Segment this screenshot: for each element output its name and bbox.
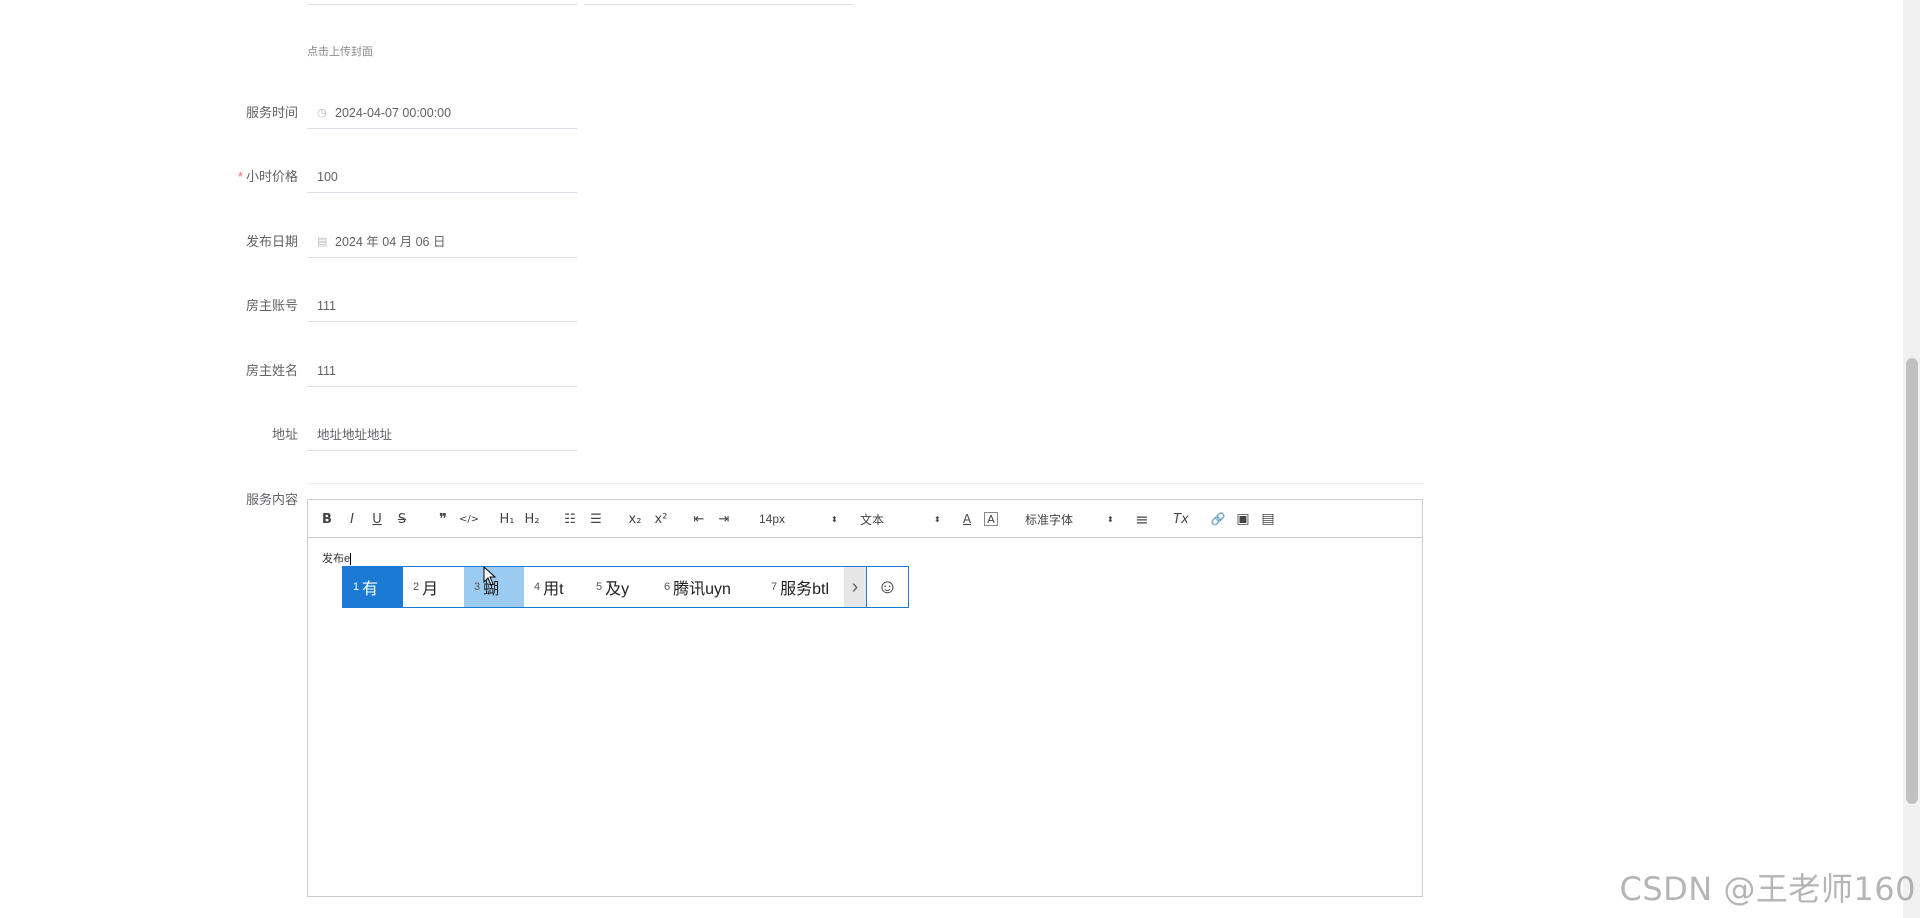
text-caret	[350, 553, 352, 566]
bold-button[interactable]: B	[320, 509, 334, 529]
owner-name-value: 111	[317, 363, 337, 378]
indent-icon: ⇥	[718, 511, 730, 527]
link-button[interactable]: 🔗	[1210, 509, 1226, 529]
ime-candidate-1[interactable]: 1有	[343, 567, 403, 607]
clear-format-icon: Tx	[1173, 511, 1189, 527]
ime-candidate-5[interactable]: 5 及y	[586, 567, 654, 607]
ime-candidate-7[interactable]: 7 服务btl	[761, 567, 844, 607]
publish-date-value: 2024 年 04 月 06 日	[335, 234, 446, 249]
code-block-button[interactable]: </>	[458, 509, 480, 529]
ordered-list-button[interactable]: ☷	[562, 509, 578, 529]
owner-name-input[interactable]: 111	[307, 355, 577, 387]
service-content-label: 服务内容	[245, 492, 298, 507]
font-family-select[interactable]: 标准字体 ⬍	[1025, 509, 1115, 529]
ime-emoji-button[interactable]: ☺	[866, 567, 908, 607]
italic-button[interactable]: I	[345, 509, 359, 529]
bullet-list-button[interactable]: ☰	[588, 509, 604, 529]
scrollbar-thumb[interactable]	[1906, 358, 1918, 804]
owner-account-value: 111	[317, 298, 337, 313]
select-arrows-icon: ⬍	[1107, 514, 1114, 524]
service-time-label: 服务时间	[245, 105, 298, 120]
prev-field-underline-2	[584, 4, 854, 5]
upload-cover-hint[interactable]: 点击上传封面	[307, 43, 373, 59]
image-icon: ▣	[1236, 511, 1250, 527]
address-input[interactable]: 地址地址地址	[307, 419, 577, 451]
ime-candidate-window: 1有 2月 3蝴 4 用t 5 及y 6 腾讯uyn 7 服务btl › ☺	[342, 566, 909, 608]
watermark: CSDN @王老师160	[1619, 870, 1916, 908]
owner-name-label: 房主姓名	[245, 363, 298, 378]
image-button[interactable]: ▣	[1235, 509, 1251, 529]
prev-field-underline	[307, 4, 577, 5]
header-value: 文本	[860, 512, 885, 527]
clean-format-button[interactable]: Tx	[1172, 509, 1190, 529]
quote-icon: ❞	[438, 510, 448, 528]
hourly-price-input[interactable]: 100	[307, 161, 577, 193]
editor-text: 发布e	[322, 553, 351, 565]
background-color-icon: A	[987, 512, 995, 526]
service-time-value: 2024-04-07 00:00:00	[335, 105, 452, 120]
ime-candidate-4[interactable]: 4 用t	[524, 567, 586, 607]
background-color-button[interactable]: A	[984, 512, 998, 526]
clock-icon: ◷	[317, 106, 327, 119]
align-button[interactable]: ≡	[1134, 509, 1150, 529]
header-select[interactable]: 文本 ⬍	[860, 509, 942, 529]
video-button[interactable]: ▤	[1260, 509, 1276, 529]
bullet-list-icon: ☰	[590, 511, 602, 527]
text-color-button[interactable]: A	[960, 509, 974, 529]
editor-toolbar: B I U S ❞ </> H₁ H₂ ☷ ☰ x₂ x² ⇤ ⇥ 14px ⬍…	[308, 500, 1422, 538]
code-icon: </>	[458, 513, 480, 525]
address-value: 地址地址地址	[317, 427, 393, 442]
chevron-right-icon: ›	[851, 575, 859, 598]
ime-candidate-2[interactable]: 2月	[403, 567, 464, 607]
indent-button[interactable]: ⇥	[716, 509, 732, 529]
ime-candidate-6[interactable]: 6 腾讯uyn	[654, 567, 761, 607]
ordered-list-icon: ☷	[564, 511, 576, 527]
required-mark: *	[237, 169, 243, 184]
hourly-price-label-text: 小时价格	[245, 169, 298, 184]
page: 点击上传封面 服务时间 ◷ 2024-04-07 00:00:00 * 小时价格 …	[0, 0, 1920, 918]
publish-date-label: 发布日期	[245, 234, 298, 249]
underline-button[interactable]: U	[370, 509, 384, 529]
outdent-icon: ⇤	[693, 511, 705, 527]
superscript-button[interactable]: x²	[652, 509, 670, 529]
align-left-icon: ≡	[1135, 509, 1149, 529]
select-arrows-icon: ⬍	[934, 514, 941, 524]
page-scrollbar[interactable]	[1903, 0, 1920, 918]
outdent-button[interactable]: ⇤	[691, 509, 707, 529]
font-size-select[interactable]: 14px ⬍	[759, 509, 839, 529]
mouse-cursor-icon	[483, 566, 497, 586]
font-family-value: 标准字体	[1025, 512, 1074, 527]
select-arrows-icon: ⬍	[831, 514, 838, 524]
editor-content[interactable]: 发布e	[322, 550, 352, 566]
strike-button[interactable]: S	[395, 509, 409, 529]
calendar-icon: ▤	[317, 235, 328, 248]
smiley-icon: ☺	[877, 575, 898, 598]
owner-account-input[interactable]: 111	[307, 290, 577, 322]
blockquote-button[interactable]: ❞	[435, 509, 451, 529]
editor-top-divider	[307, 483, 1423, 484]
h2-button[interactable]: H₂	[523, 509, 541, 529]
hourly-price-label: * 小时价格	[0, 167, 298, 187]
text-color-icon: A	[962, 512, 972, 526]
publish-date-input[interactable]: ▤ 2024 年 04 月 06 日	[307, 226, 577, 258]
subscript-button[interactable]: x₂	[626, 509, 644, 529]
rich-text-editor: B I U S ❞ </> H₁ H₂ ☷ ☰ x₂ x² ⇤ ⇥ 14px ⬍…	[307, 499, 1423, 897]
hourly-price-value: 100	[317, 169, 338, 184]
link-icon: 🔗	[1210, 512, 1226, 526]
font-size-value: 14px	[759, 512, 786, 526]
video-icon: ▤	[1261, 511, 1275, 527]
service-time-input[interactable]: ◷ 2024-04-07 00:00:00	[307, 97, 577, 129]
ime-next-page-button[interactable]: ›	[844, 567, 866, 607]
h1-button[interactable]: H₁	[498, 509, 516, 529]
address-label: 地址	[271, 427, 298, 442]
owner-account-label: 房主账号	[245, 298, 298, 313]
